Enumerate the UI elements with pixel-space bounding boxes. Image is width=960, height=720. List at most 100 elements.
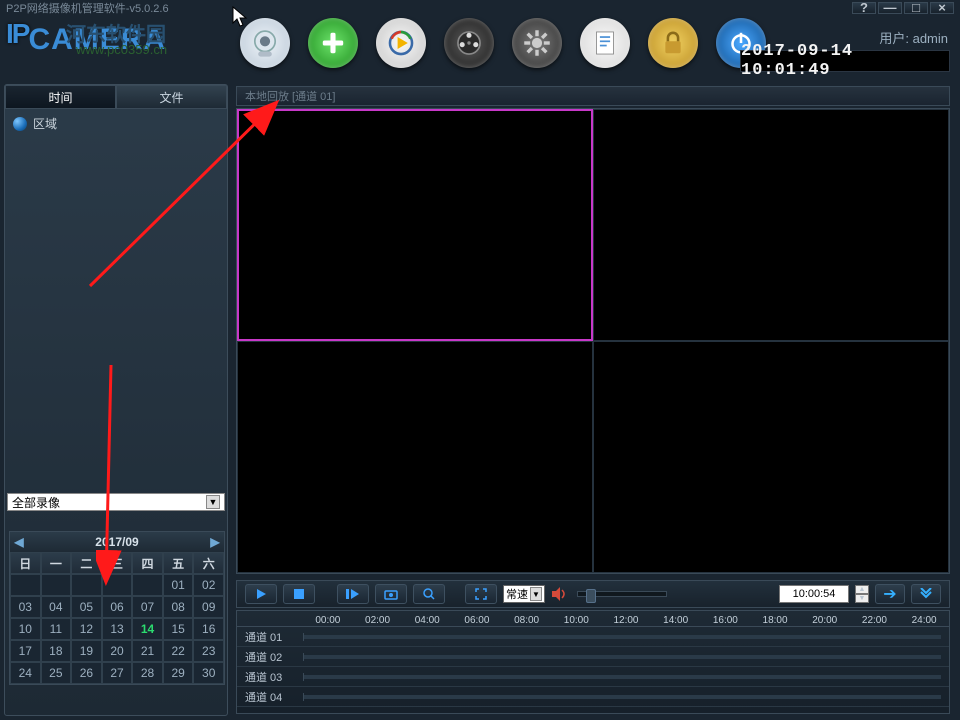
tab-time[interactable]: 时间 (5, 85, 116, 109)
video-header: 本地回放 [通道 01] (236, 86, 950, 106)
playback-controls: 常速 ▼ 10:00:54 ▲▼ ➔ (236, 580, 950, 608)
calendar-day[interactable]: 03 (10, 596, 41, 618)
timeline-hour: 02:00 (353, 615, 403, 626)
timeline-hour: 18:00 (750, 615, 800, 626)
timeline-channel-row[interactable]: 通道 04 (237, 687, 949, 707)
calendar-day[interactable]: 12 (71, 618, 102, 640)
dropdown-arrow-icon: ▼ (530, 587, 542, 601)
calendar-day[interactable]: 18 (41, 640, 72, 662)
lock-icon[interactable] (648, 18, 698, 68)
tab-file[interactable]: 文件 (116, 85, 227, 109)
timeline-track[interactable] (303, 675, 941, 679)
calendar-day[interactable]: 26 (71, 662, 102, 684)
timeline-hour: 06:00 (452, 615, 502, 626)
zone-root[interactable]: 区域 (13, 115, 219, 132)
speed-value: 常速 (506, 586, 528, 602)
calendar-day[interactable]: 22 (163, 640, 194, 662)
video-header-label: 本地回放 [通道 01] (245, 88, 335, 104)
calendar-day[interactable]: 15 (163, 618, 194, 640)
calendar-title: 2017/09 (28, 535, 206, 549)
calendar-day[interactable]: 27 (102, 662, 133, 684)
calendar-day[interactable]: 23 (193, 640, 224, 662)
calendar-next[interactable]: ▶ (206, 535, 224, 549)
timeline-hour: 22:00 (850, 615, 900, 626)
calendar-day (132, 574, 163, 596)
calendar: ◀ 2017/09 ▶ 日一二三四五六010203040506070809101… (9, 531, 225, 685)
play-button[interactable] (245, 584, 277, 604)
minimize-button[interactable]: — (878, 2, 902, 14)
timeline-hour: 16:00 (701, 615, 751, 626)
time-input[interactable]: 10:00:54 (779, 585, 849, 603)
volume-slider[interactable] (577, 591, 667, 597)
maximize-button[interactable]: □ (904, 2, 928, 14)
calendar-day[interactable]: 21 (132, 640, 163, 662)
calendar-day[interactable]: 04 (41, 596, 72, 618)
close-button[interactable]: × (930, 2, 954, 14)
help-button[interactable]: ? (852, 2, 876, 14)
expand-button[interactable] (911, 584, 941, 604)
calendar-dow: 三 (102, 552, 133, 574)
calendar-day[interactable]: 25 (41, 662, 72, 684)
video-quad-4[interactable] (593, 341, 949, 573)
timeline-track[interactable] (303, 695, 941, 699)
media-play-icon[interactable] (376, 18, 426, 68)
video-quad-2[interactable] (593, 109, 949, 341)
calendar-day[interactable]: 28 (132, 662, 163, 684)
zone-label: 区域 (33, 115, 57, 132)
calendar-day[interactable]: 10 (10, 618, 41, 640)
calendar-day[interactable]: 02 (193, 574, 224, 596)
watermark-url: www.pc0359.cn (76, 42, 167, 57)
timeline-channel-label: 通道 02 (237, 649, 303, 665)
record-type-select[interactable]: 全部录像 ▼ (7, 493, 225, 511)
speaker-icon[interactable] (551, 586, 567, 602)
snapshot-button[interactable] (375, 584, 407, 604)
main-toolbar (240, 18, 766, 68)
calendar-day[interactable]: 01 (163, 574, 194, 596)
timeline-channel-row[interactable]: 通道 02 (237, 647, 949, 667)
timeline-hour: 10:00 (551, 615, 601, 626)
calendar-prev[interactable]: ◀ (10, 535, 28, 549)
timeline-hour: 14:00 (651, 615, 701, 626)
calendar-day[interactable]: 17 (10, 640, 41, 662)
calendar-day[interactable]: 13 (102, 618, 133, 640)
timeline-hour: 12:00 (601, 615, 651, 626)
timeline-track[interactable] (303, 655, 941, 659)
speed-select[interactable]: 常速 ▼ (503, 585, 545, 603)
timeline-channel-row[interactable]: 通道 01 (237, 627, 949, 647)
calendar-day[interactable]: 05 (71, 596, 102, 618)
fullscreen-button[interactable] (465, 584, 497, 604)
zoom-button[interactable] (413, 584, 445, 604)
calendar-dow: 二 (71, 552, 102, 574)
timeline-hour: 24:00 (899, 615, 949, 626)
calendar-day[interactable]: 16 (193, 618, 224, 640)
calendar-day (41, 574, 72, 596)
timeline-hour: 04:00 (402, 615, 452, 626)
time-spinner[interactable]: ▲▼ (855, 585, 869, 603)
stop-button[interactable] (283, 584, 315, 604)
timeline-channel-row[interactable]: 通道 03 (237, 667, 949, 687)
calendar-day[interactable]: 20 (102, 640, 133, 662)
calendar-day[interactable]: 19 (71, 640, 102, 662)
add-icon[interactable] (308, 18, 358, 68)
left-panel: 时间 文件 区域 全部录像 ▼ ◀ 2017/09 ▶ 日一二三四五六01020… (4, 84, 228, 716)
timeline-hour: 08:00 (502, 615, 552, 626)
goto-button[interactable]: ➔ (875, 584, 905, 604)
reel-icon[interactable] (444, 18, 494, 68)
calendar-day[interactable]: 09 (193, 596, 224, 618)
calendar-day[interactable]: 08 (163, 596, 194, 618)
calendar-day[interactable]: 11 (41, 618, 72, 640)
calendar-day[interactable]: 29 (163, 662, 194, 684)
step-button[interactable] (337, 584, 369, 604)
video-quad-3[interactable] (237, 341, 593, 573)
gear-icon[interactable] (512, 18, 562, 68)
timeline-track[interactable] (303, 635, 941, 639)
calendar-day[interactable]: 24 (10, 662, 41, 684)
calendar-day[interactable]: 30 (193, 662, 224, 684)
calendar-day (10, 574, 41, 596)
calendar-day[interactable]: 14 (132, 618, 163, 640)
camera-icon[interactable] (240, 18, 290, 68)
calendar-day[interactable]: 07 (132, 596, 163, 618)
calendar-day[interactable]: 06 (102, 596, 133, 618)
video-quad-1[interactable] (237, 109, 593, 341)
log-icon[interactable] (580, 18, 630, 68)
